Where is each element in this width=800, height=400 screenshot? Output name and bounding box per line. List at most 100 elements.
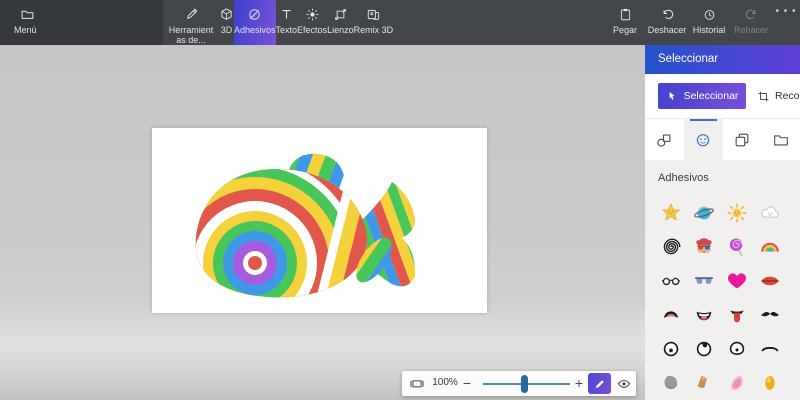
eye-closed-sticker bbox=[759, 338, 781, 360]
zoom-slider[interactable] bbox=[483, 383, 570, 385]
zoom-value: 100% bbox=[430, 377, 460, 388]
folder-icon bbox=[772, 131, 790, 149]
planet-sticker bbox=[693, 202, 715, 224]
workspace: 100% − + bbox=[0, 45, 645, 400]
spiral-sticker bbox=[660, 236, 682, 258]
sticker-planet[interactable] bbox=[687, 196, 720, 230]
stickers-section: Adhesivos bbox=[645, 160, 800, 400]
select-button[interactable]: Seleccionar bbox=[658, 83, 746, 109]
sticker-eye-worried[interactable] bbox=[720, 332, 753, 366]
sticker-tab-shapes[interactable] bbox=[645, 119, 684, 160]
sticker-cloud[interactable] bbox=[753, 196, 786, 230]
drawing-canvas[interactable] bbox=[152, 128, 487, 313]
toolbar-tab-lienzo[interactable]: Lienzo bbox=[327, 0, 354, 45]
toolbar-tab-herramientas[interactable]: Herramient as de... bbox=[163, 0, 219, 45]
sunglasses-sticker bbox=[693, 270, 715, 292]
toolbar-tab-label: Adhesivos bbox=[234, 25, 276, 35]
sticker-tab-faces[interactable] bbox=[684, 119, 723, 160]
sticker-gray-nose[interactable] bbox=[654, 366, 687, 400]
sticker-kid-3d-glasses[interactable] bbox=[687, 230, 720, 264]
crop-button[interactable]: Recortar bbox=[753, 83, 800, 109]
sticker-stack-icon bbox=[733, 131, 751, 149]
star-sticker bbox=[660, 202, 682, 224]
toolbar-tab-label: Herramient as de... bbox=[163, 25, 219, 45]
pencil-icon bbox=[593, 377, 607, 391]
sun-sticker bbox=[726, 202, 748, 224]
sticker-orange-nose[interactable] bbox=[753, 366, 786, 400]
toolbar-tab-3d[interactable]: 3D bbox=[219, 0, 234, 45]
remix-3d-icon bbox=[366, 7, 381, 22]
toolbar-tab-adhesivos[interactable]: Adhesivos bbox=[234, 0, 276, 45]
fish-image bbox=[152, 128, 487, 313]
toolbar-action-deshacer[interactable]: Deshacer bbox=[646, 0, 688, 45]
toolbar-tab-label: Lienzo bbox=[327, 25, 354, 35]
view-eye-button[interactable] bbox=[616, 376, 632, 391]
open-smile-sticker bbox=[693, 304, 715, 326]
sticker-sunglasses[interactable] bbox=[687, 264, 720, 298]
toolbar-tabs: Herramient as de...3DAdhesivosTextoEfect… bbox=[163, 0, 393, 45]
cloud-sticker bbox=[759, 202, 781, 224]
eye-worried-sticker bbox=[726, 338, 748, 360]
kid-glasses-sticker bbox=[693, 236, 715, 258]
more-button[interactable]: • • • bbox=[775, 6, 797, 17]
sticker-eye-closed[interactable] bbox=[753, 332, 786, 366]
canvas-expand-icon bbox=[333, 7, 348, 22]
lips-sticker bbox=[759, 270, 781, 292]
history-icon bbox=[702, 7, 717, 22]
shapes-stickers-icon bbox=[655, 131, 673, 149]
rainbow-sticker bbox=[759, 236, 781, 258]
sticker-heart[interactable] bbox=[720, 264, 753, 298]
orange-nose-sticker bbox=[759, 372, 781, 394]
toolbar-tab-label: 3D bbox=[221, 25, 233, 35]
toolbar-action-historial[interactable]: Historial bbox=[688, 0, 730, 45]
select-button-label: Seleccionar bbox=[684, 90, 739, 102]
toolbar-tab-efectos[interactable]: Efectos bbox=[297, 0, 327, 45]
sticker-open-smile-mouth[interactable] bbox=[687, 298, 720, 332]
sticker-tab-custom[interactable] bbox=[761, 119, 800, 160]
sticker-sun[interactable] bbox=[720, 196, 753, 230]
sticker-tan-nose[interactable] bbox=[687, 366, 720, 400]
toolbar-tab-remix-3d[interactable]: Remix 3D bbox=[354, 0, 394, 45]
toolbar-tab-label: Texto bbox=[276, 25, 298, 35]
zoom-slider-handle[interactable] bbox=[521, 375, 528, 393]
sticker-round-glasses[interactable] bbox=[654, 264, 687, 298]
sticker-eye-open[interactable] bbox=[654, 332, 687, 366]
zoom-in-button[interactable]: + bbox=[571, 373, 587, 393]
toolbar-actions: PegarDeshacerHistorialRehacer bbox=[604, 0, 772, 45]
sticker-spiral[interactable] bbox=[654, 230, 687, 264]
sticker-mustache[interactable] bbox=[753, 298, 786, 332]
tongue-mouth-sticker bbox=[726, 304, 748, 326]
toolbar-action-label: Deshacer bbox=[648, 25, 687, 35]
fit-screen-icon[interactable] bbox=[409, 376, 425, 391]
sticker-frown-mouth[interactable] bbox=[654, 298, 687, 332]
sticker-category-tabs bbox=[645, 118, 800, 160]
brush-icon bbox=[184, 7, 199, 22]
sticker-tab-stickers[interactable] bbox=[723, 119, 762, 160]
cursor-icon bbox=[666, 90, 678, 102]
draw-mode-button[interactable] bbox=[588, 373, 611, 394]
sticker-icon bbox=[247, 7, 262, 22]
sticker-eye-look-up[interactable] bbox=[687, 332, 720, 366]
paste-icon bbox=[618, 7, 633, 22]
toolbar-tab-texto[interactable]: Texto bbox=[276, 0, 298, 45]
panel-title: Seleccionar bbox=[645, 45, 800, 74]
sticker-rainbow[interactable] bbox=[753, 230, 786, 264]
round-glasses-sticker bbox=[660, 270, 682, 292]
menu-button[interactable]: Menú bbox=[4, 0, 56, 45]
toolbar-action-pegar[interactable]: Pegar bbox=[604, 0, 646, 45]
right-panel: Seleccionar Seleccionar Recortar Adhesiv… bbox=[645, 45, 800, 400]
heart-sticker bbox=[726, 270, 748, 292]
toolbar-action-label: Pegar bbox=[613, 25, 637, 35]
sticker-lips[interactable] bbox=[753, 264, 786, 298]
sticker-pink-ear[interactable] bbox=[720, 366, 753, 400]
sticker-lollipop[interactable] bbox=[720, 230, 753, 264]
sticker-star[interactable] bbox=[654, 196, 687, 230]
pink-ear-sticker bbox=[726, 372, 748, 394]
eye-up-sticker bbox=[693, 338, 715, 360]
cube-3d-icon bbox=[219, 7, 234, 22]
tan-nose-sticker bbox=[693, 372, 715, 394]
menu-label: Menú bbox=[14, 25, 37, 35]
gray-nose-sticker bbox=[660, 372, 682, 394]
zoom-out-button[interactable]: − bbox=[459, 373, 475, 393]
sticker-tongue-mouth[interactable] bbox=[720, 298, 753, 332]
